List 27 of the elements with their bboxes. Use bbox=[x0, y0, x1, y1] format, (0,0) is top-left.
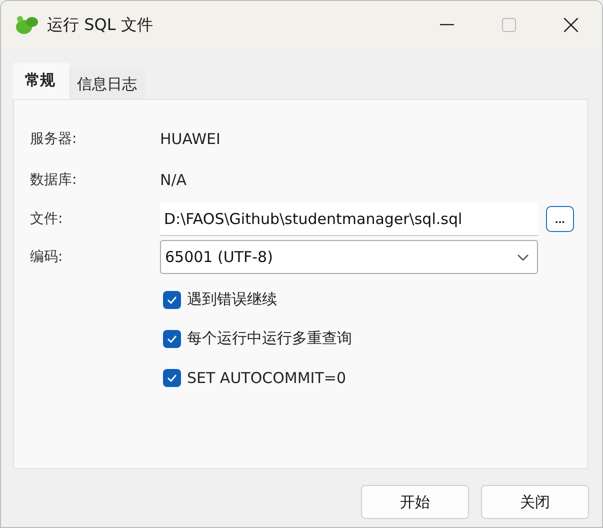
checkbox[interactable] bbox=[163, 330, 181, 348]
field-label: 服务器: bbox=[30, 130, 78, 148]
tab[interactable]: 常规 bbox=[13, 63, 69, 99]
dialog-button[interactable]: 开始 bbox=[361, 485, 469, 519]
app-logo-icon bbox=[15, 14, 39, 36]
minimize-icon[interactable] bbox=[440, 24, 454, 26]
check-icon bbox=[167, 296, 177, 304]
checkbox[interactable] bbox=[163, 368, 181, 386]
field-value: N/A bbox=[160, 170, 188, 188]
checkbox[interactable] bbox=[163, 290, 181, 308]
tab[interactable]: 信息日志 bbox=[69, 69, 145, 99]
check-icon bbox=[167, 374, 177, 382]
checkbox-label: 遇到错误继续 bbox=[187, 290, 277, 309]
checkbox-label: SET AUTOCOMMIT=0 bbox=[187, 368, 346, 386]
checkbox-label: 每个运行中运行多重查询 bbox=[187, 329, 352, 348]
file-path-field[interactable]: D:\FAOS\Github\studentmanager\sql.sql bbox=[160, 202, 538, 236]
window-title: 运行 SQL 文件 bbox=[47, 14, 154, 36]
field-label: 文件: bbox=[30, 210, 64, 228]
field-label: 编码: bbox=[30, 248, 64, 266]
close-icon[interactable] bbox=[564, 18, 578, 32]
check-icon bbox=[167, 334, 177, 342]
browse-button[interactable]: ... bbox=[546, 206, 574, 232]
field-value: HUAWEI bbox=[160, 130, 222, 148]
field-label: 数据库: bbox=[30, 170, 78, 188]
dialog-button[interactable]: 关闭 bbox=[481, 485, 589, 519]
encoding-dropdown[interactable]: 65001 (UTF-8) bbox=[160, 240, 538, 274]
chevron-down-icon bbox=[517, 254, 529, 260]
